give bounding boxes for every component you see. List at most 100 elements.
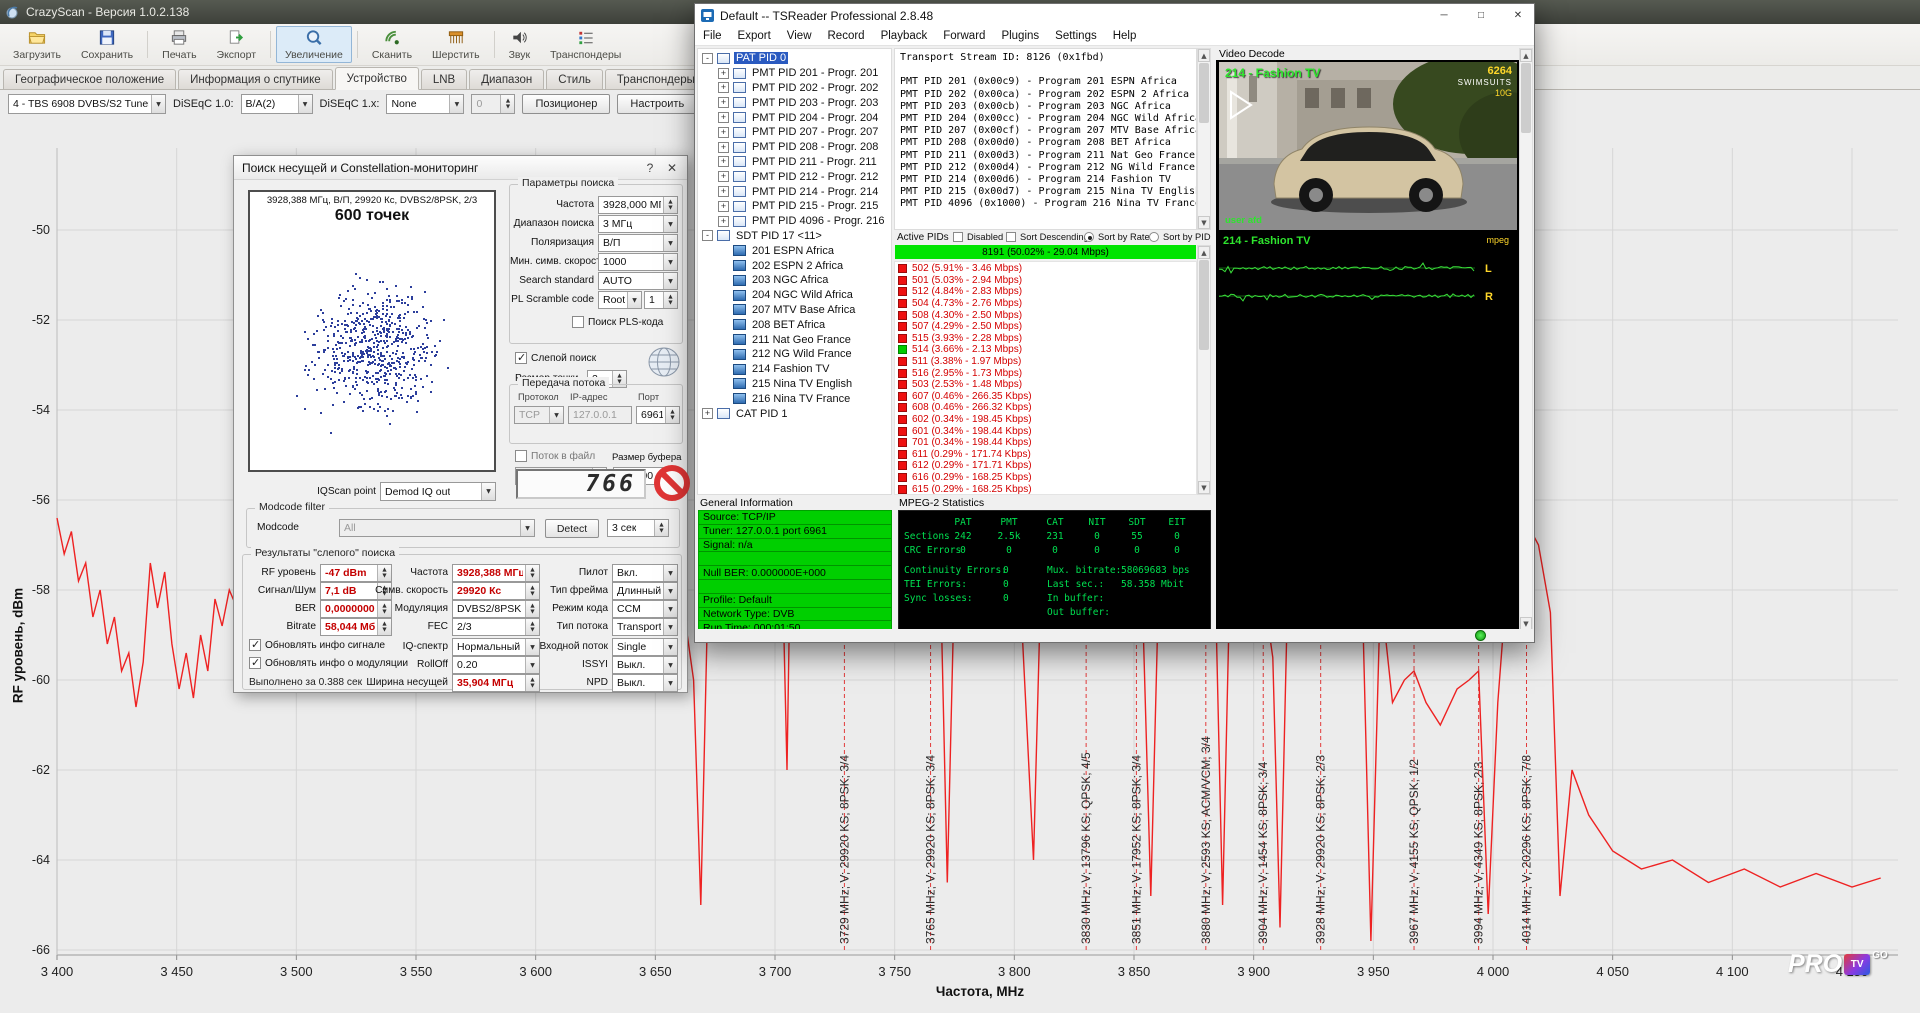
detect-button[interactable]: Detect bbox=[545, 519, 599, 538]
pid-row[interactable]: 502 (5.91% - 3.46 Mbps) bbox=[895, 263, 1196, 275]
tab-transponders[interactable]: Транспондеры bbox=[605, 69, 707, 89]
pilot-select[interactable]: Вкл.▼ bbox=[612, 564, 678, 582]
pid-row[interactable]: 615 (0.29% - 168.25 Kbps) bbox=[895, 483, 1196, 495]
tree-item[interactable]: -SDT PID 17 <11> bbox=[698, 229, 891, 244]
expand-icon[interactable]: + bbox=[718, 142, 729, 153]
modcode-select[interactable]: All▼ bbox=[339, 519, 535, 537]
tree-item[interactable]: +PMT PID 211 - Progr. 211 bbox=[698, 155, 891, 170]
tree-item[interactable]: +PMT PID 202 - Progr. 202 bbox=[698, 81, 891, 96]
tab-geo[interactable]: Географическое положение bbox=[3, 69, 176, 89]
disabled-checkbox[interactable]: Disabled bbox=[953, 232, 1003, 242]
expand-icon[interactable]: + bbox=[718, 82, 729, 93]
expand-icon[interactable]: + bbox=[718, 127, 729, 138]
sort-descending-checkbox[interactable]: Sort Descending bbox=[1006, 232, 1089, 242]
tree-item[interactable]: +PMT PID 204 - Progr. 204 bbox=[698, 110, 891, 125]
min-symbol-rate-select[interactable]: 1000▼ bbox=[598, 253, 678, 271]
pls-search-checkbox[interactable]: Поиск PLS-кода bbox=[572, 316, 663, 328]
tree-item[interactable]: 203 NGC Africa bbox=[698, 273, 891, 288]
rolloff-select[interactable]: 0.20▼ bbox=[452, 656, 540, 674]
pid-row[interactable]: 608 (0.46% - 266.32 Kbps) bbox=[895, 402, 1196, 414]
tree-item[interactable]: +PMT PID 201 - Progr. 201 bbox=[698, 66, 891, 81]
chevron-down-icon[interactable]: ▼ bbox=[298, 95, 312, 113]
pid-row[interactable]: 612 (0.29% - 171.71 Kbps) bbox=[895, 460, 1196, 472]
code-mode-select[interactable]: CCM▼ bbox=[612, 600, 678, 618]
blind-search-checkbox[interactable]: Слепой поиск bbox=[515, 352, 596, 364]
chevron-down-icon[interactable]: ▼ bbox=[449, 95, 463, 113]
carrier-width-value[interactable]: 35,904 МГц▲▼ bbox=[452, 674, 540, 692]
info-scrollbar[interactable]: ▲ ▼ bbox=[1197, 48, 1211, 230]
sort-by-rate-radio[interactable]: Sort by Rate bbox=[1084, 232, 1150, 242]
pid-row[interactable]: 501 (5.03% - 2.94 Mbps) bbox=[895, 275, 1196, 287]
tree-item[interactable]: -PAT PID 0 bbox=[698, 51, 891, 66]
comb-button[interactable]: Шерстить bbox=[423, 26, 489, 63]
modulation-value[interactable]: DVBS2/8PSK▲▼ bbox=[452, 600, 540, 618]
tree-item[interactable]: 202 ESPN 2 Africa bbox=[698, 258, 891, 273]
pid-row[interactable]: 602 (0.34% - 198.45 Kbps) bbox=[895, 414, 1196, 426]
tree-item[interactable]: +PMT PID 203 - Progr. 203 bbox=[698, 95, 891, 110]
menu-record[interactable]: Record bbox=[820, 28, 873, 44]
help-button[interactable]: ? bbox=[639, 158, 661, 178]
fec-value[interactable]: 2/3▲▼ bbox=[452, 618, 540, 636]
symbol-rate-value[interactable]: 29920 Кс▲▼ bbox=[452, 582, 540, 600]
dialog-titlebar[interactable]: Поиск несущей и Constellation-мониторинг… bbox=[234, 156, 687, 180]
pid-row[interactable]: 516 (2.95% - 1.73 Mbps) bbox=[895, 367, 1196, 379]
input-stream-select[interactable]: Single▼ bbox=[612, 638, 678, 656]
globe-icon[interactable] bbox=[646, 346, 682, 378]
frame-type-select[interactable]: Длинный▼ bbox=[612, 582, 678, 600]
stream-to-file-checkbox[interactable]: Поток в файл bbox=[515, 450, 595, 462]
tree-item[interactable]: 216 Nina TV France bbox=[698, 391, 891, 406]
result-frequency-value[interactable]: 3928,388 МГц▲▼ bbox=[452, 564, 540, 582]
menu-view[interactable]: View bbox=[779, 28, 820, 44]
tree-item[interactable]: +PMT PID 207 - Progr. 207 bbox=[698, 125, 891, 140]
expand-icon[interactable]: + bbox=[718, 112, 729, 123]
pid-row[interactable]: 701 (0.34% - 198.44 Kbps) bbox=[895, 437, 1196, 449]
expand-icon[interactable]: + bbox=[718, 156, 729, 167]
menu-settings[interactable]: Settings bbox=[1047, 28, 1105, 44]
close-button[interactable]: ✕ bbox=[1502, 4, 1534, 27]
tree-item[interactable]: +PMT PID 208 - Progr. 208 bbox=[698, 140, 891, 155]
tree-item[interactable]: 204 NGC Wild Africa bbox=[698, 288, 891, 303]
position-stepper[interactable]: 0▲▼ bbox=[471, 94, 515, 114]
iqscan-select[interactable]: Demod IQ out▼ bbox=[380, 482, 496, 501]
tree-item[interactable]: 215 Nina TV English bbox=[698, 377, 891, 392]
print-button[interactable]: Печать bbox=[153, 26, 205, 63]
pid-row[interactable]: 507 (4.29% - 2.50 Mbps) bbox=[895, 321, 1196, 333]
scroll-up-icon[interactable]: ▲ bbox=[1198, 246, 1210, 259]
iq-spectrum-select[interactable]: Нормальный▼ bbox=[452, 638, 540, 656]
menu-plugins[interactable]: Plugins bbox=[993, 28, 1047, 44]
tuner-select[interactable]: 4 - TBS 6908 DVBS/S2 Tuner 3▼ bbox=[8, 94, 166, 114]
ip-field[interactable]: 127.0.0.1 bbox=[568, 406, 632, 424]
expand-icon[interactable]: + bbox=[718, 201, 729, 212]
npd-select[interactable]: Выкл.▼ bbox=[612, 674, 678, 692]
expand-icon[interactable]: + bbox=[718, 97, 729, 108]
diseqc1x-select[interactable]: None▼ bbox=[386, 94, 464, 114]
tree-item[interactable]: 214 Fashion TV bbox=[698, 362, 891, 377]
maximize-button[interactable]: □ bbox=[1465, 4, 1497, 27]
tree-item[interactable]: 208 BET Africa bbox=[698, 317, 891, 332]
pid-row[interactable]: 601 (0.34% - 198.44 Kbps) bbox=[895, 425, 1196, 437]
polarization-select[interactable]: В/П▼ bbox=[598, 234, 678, 252]
pl-scramble-mode-select[interactable]: Root▼ bbox=[598, 291, 642, 309]
expand-icon[interactable]: + bbox=[718, 186, 729, 197]
scroll-down-icon[interactable]: ▼ bbox=[1198, 216, 1210, 229]
menu-file[interactable]: File bbox=[695, 28, 730, 44]
tab-range[interactable]: Диапазон bbox=[469, 69, 544, 89]
pid-row[interactable]: 512 (4.84% - 2.83 Mbps) bbox=[895, 286, 1196, 298]
pid-scrollbar[interactable]: ▲ ▼ bbox=[1197, 245, 1211, 495]
stop-button[interactable] bbox=[654, 465, 690, 501]
expand-icon[interactable]: - bbox=[702, 230, 713, 241]
export-button[interactable]: Экспорт bbox=[208, 26, 265, 63]
expand-icon[interactable]: + bbox=[702, 408, 713, 419]
close-button[interactable]: ✕ bbox=[661, 158, 683, 178]
menu-forward[interactable]: Forward bbox=[935, 28, 993, 44]
tab-style[interactable]: Стиль bbox=[546, 69, 603, 89]
issyi-select[interactable]: Выкл.▼ bbox=[612, 656, 678, 674]
detect-interval-stepper[interactable]: 3 сек▲▼ bbox=[607, 519, 669, 537]
menu-export[interactable]: Export bbox=[730, 28, 779, 44]
tab-satellite-info[interactable]: Информация о спутнике bbox=[178, 69, 333, 89]
pid-row[interactable]: 607 (0.46% - 266.35 Kbps) bbox=[895, 391, 1196, 403]
positioner-button[interactable]: Позиционер bbox=[522, 94, 610, 114]
frequency-input[interactable]: 3928,000 МГц▲▼ bbox=[598, 196, 678, 214]
main-scrollbar[interactable]: ▲ ▼ bbox=[1519, 48, 1533, 631]
pl-scramble-value[interactable]: 1▲▼ bbox=[644, 291, 678, 309]
